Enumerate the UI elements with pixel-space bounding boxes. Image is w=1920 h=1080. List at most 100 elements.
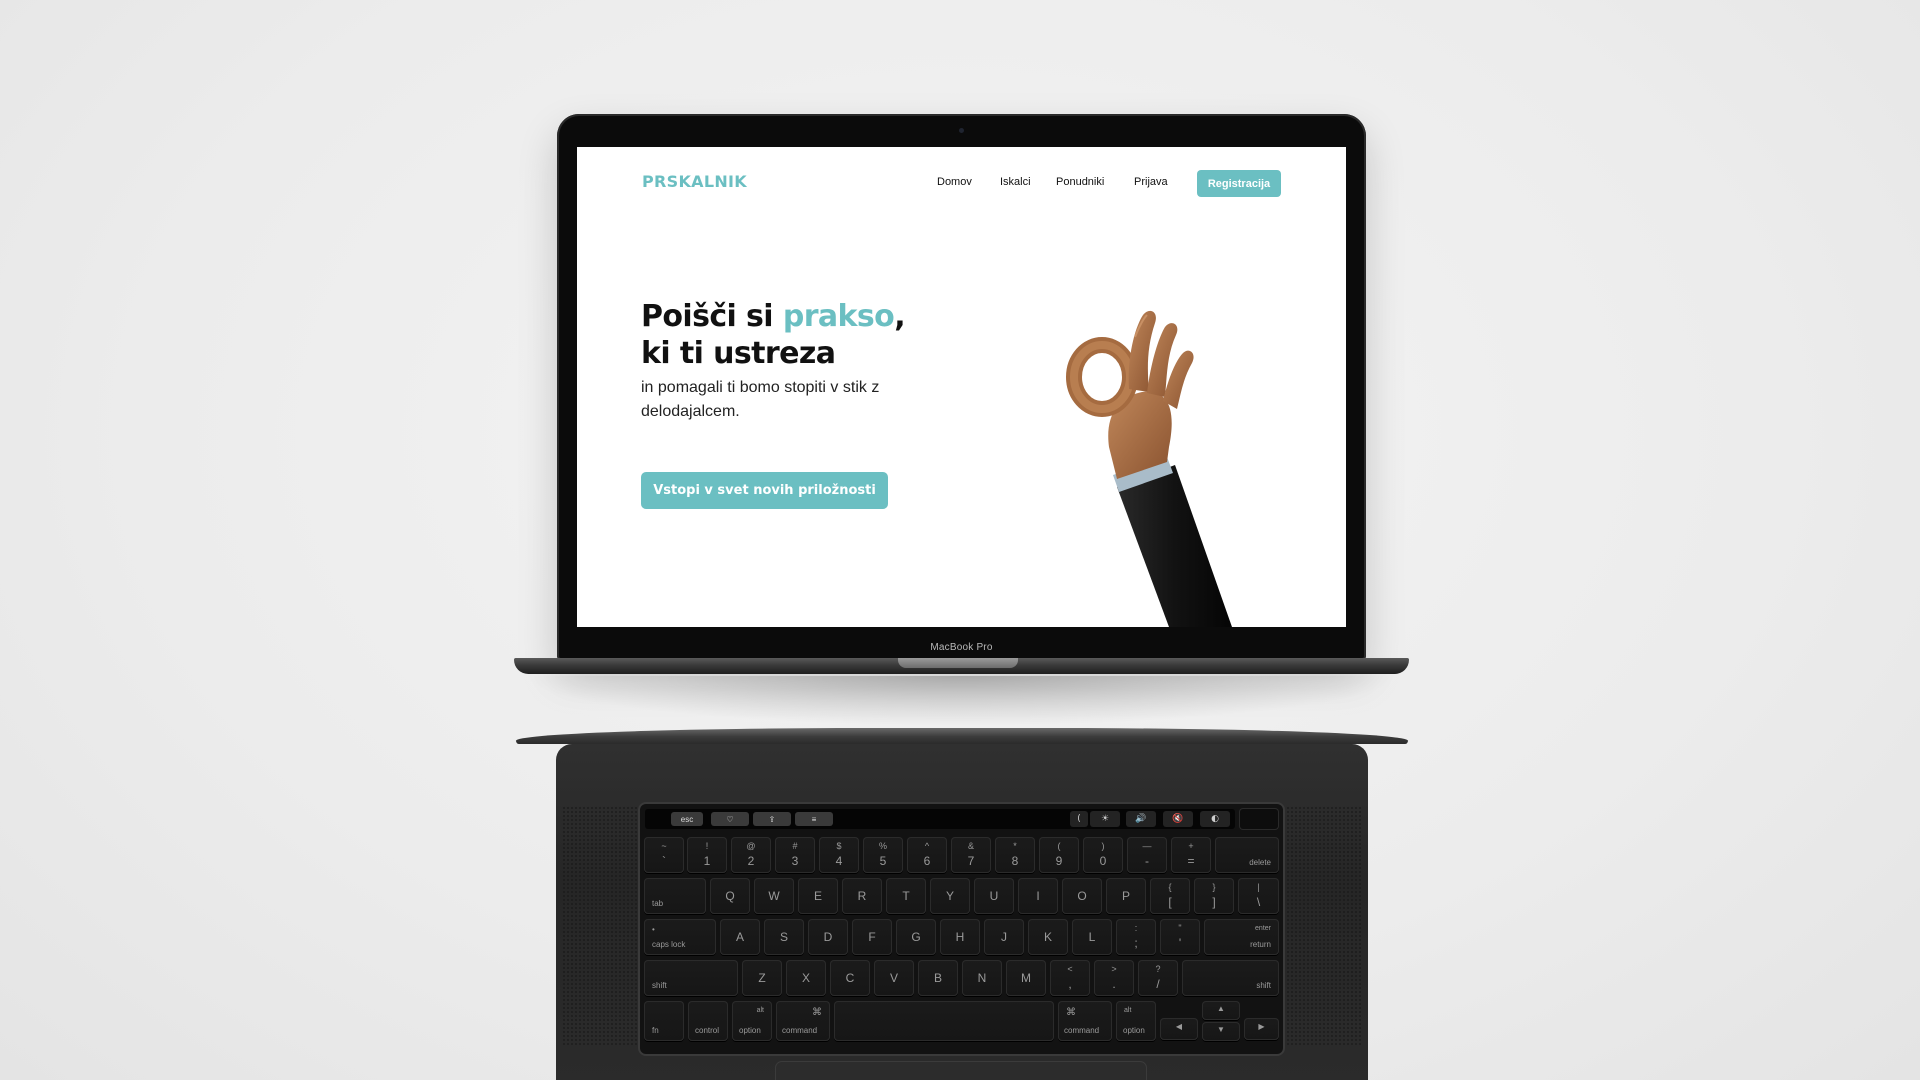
- key-0[interactable]: ) 0: [1083, 837, 1123, 873]
- key-backslash[interactable]: | \: [1238, 878, 1279, 914]
- key-delete[interactable]: delete: [1215, 837, 1279, 873]
- hero-title-accent: prakso: [782, 299, 895, 334]
- key-backtick[interactable]: ~ `: [644, 837, 684, 873]
- key-command-left[interactable]: ⌘ command: [776, 1001, 830, 1041]
- key-d[interactable]: D: [808, 919, 848, 955]
- key-option-left[interactable]: alt option: [732, 1001, 772, 1041]
- key-3[interactable]: #3: [775, 837, 815, 873]
- key-5[interactable]: % 5: [863, 837, 903, 873]
- heart-icon[interactable]: ♡: [711, 812, 749, 826]
- hero-title: Poišči si prakso, ki ti ustreza: [641, 298, 906, 372]
- base-lip: [516, 728, 1408, 744]
- key-m[interactable]: M: [1006, 960, 1046, 996]
- key-z[interactable]: Z: [742, 960, 782, 996]
- key-control[interactable]: control: [688, 1001, 728, 1041]
- key-arrow-right[interactable]: ▶: [1244, 1018, 1279, 1040]
- esc-key[interactable]: esc: [671, 812, 703, 826]
- laptop-lid: PRSKALNIK Domov Iskalci Ponudniki Prijav…: [557, 114, 1366, 660]
- register-button[interactable]: Registracija: [1197, 170, 1281, 197]
- touch-id-button[interactable]: [1240, 809, 1278, 829]
- key-r[interactable]: R: [842, 878, 882, 914]
- key-fn[interactable]: fn: [644, 1001, 684, 1041]
- speaker-grille-right: [1286, 806, 1362, 1046]
- key-o[interactable]: O: [1062, 878, 1102, 914]
- key-y[interactable]: Y: [930, 878, 970, 914]
- hinge-notch: [898, 658, 1018, 668]
- hero-title-part2: ,: [894, 299, 905, 334]
- share-icon[interactable]: ⇪: [753, 812, 791, 826]
- nav-link-iskalci[interactable]: Iskalci: [1000, 176, 1031, 188]
- key-q[interactable]: Q: [710, 878, 750, 914]
- key-equals[interactable]: + =: [1171, 837, 1211, 873]
- key-t[interactable]: T: [886, 878, 926, 914]
- key-semicolon[interactable]: :;: [1116, 919, 1156, 955]
- key-f[interactable]: F: [852, 919, 892, 955]
- lid-shadow: [520, 676, 1400, 726]
- key-x[interactable]: X: [786, 960, 826, 996]
- ok-hand-illustration: [1066, 310, 1232, 627]
- key-j[interactable]: J: [984, 919, 1024, 955]
- mute-icon[interactable]: 🔇: [1163, 811, 1193, 827]
- key-command-right[interactable]: ⌘ command: [1058, 1001, 1112, 1041]
- key-minus[interactable]: — -: [1127, 837, 1167, 873]
- key-9[interactable]: (9: [1039, 837, 1079, 873]
- key-i[interactable]: I: [1018, 878, 1058, 914]
- volume-icon[interactable]: 🔊: [1126, 811, 1156, 827]
- key-quote[interactable]: " ': [1160, 919, 1200, 955]
- trackpad[interactable]: [776, 1062, 1146, 1080]
- nav-link-ponudniki[interactable]: Ponudniki: [1056, 176, 1104, 188]
- site-logo[interactable]: PRSKALNIK: [642, 172, 747, 191]
- chevron-left-icon[interactable]: (: [1070, 811, 1088, 827]
- key-l[interactable]: L: [1072, 919, 1112, 955]
- key-a[interactable]: A: [720, 919, 760, 955]
- key-8[interactable]: * 8: [995, 837, 1035, 873]
- key-tab[interactable]: tab: [644, 878, 706, 914]
- laptop-screen: PRSKALNIK Domov Iskalci Ponudniki Prijav…: [577, 147, 1346, 627]
- nav-link-domov[interactable]: Domov: [937, 176, 972, 188]
- key-4[interactable]: $4: [819, 837, 859, 873]
- keyboard: esc ♡ ⇪ ≡ ( ☀ 🔊 🔇 ◐ ~ ` ! 1 @2 #3 $4 % 5 ^ 6…: [640, 804, 1283, 1054]
- key-g[interactable]: G: [896, 919, 936, 955]
- cta-button[interactable]: Vstopi v svet novih priložnosti: [641, 472, 888, 509]
- key-arrow-down[interactable]: ▼: [1202, 1022, 1240, 1041]
- key-shift-left[interactable]: shift: [644, 960, 738, 996]
- brightness-icon[interactable]: ☀: [1090, 811, 1120, 827]
- key-v[interactable]: V: [874, 960, 914, 996]
- hero-title-part1: Poišči si: [641, 299, 783, 334]
- key-period[interactable]: >.: [1094, 960, 1134, 996]
- hero-subtitle: in pomagali ti bomo stopiti v stik z del…: [641, 379, 880, 420]
- key-w[interactable]: W: [754, 878, 794, 914]
- model-label: MacBook Pro: [930, 642, 993, 653]
- key-b[interactable]: B: [918, 960, 958, 996]
- key-slash[interactable]: ? /: [1138, 960, 1178, 996]
- key-1[interactable]: ! 1: [687, 837, 727, 873]
- site-header: PRSKALNIK Domov Iskalci Ponudniki Prijav…: [577, 147, 1346, 217]
- laptop-hinge: [514, 658, 1409, 674]
- key-n[interactable]: N: [962, 960, 1002, 996]
- key-u[interactable]: U: [974, 878, 1014, 914]
- touch-bar[interactable]: esc ♡ ⇪ ≡ ( ☀ 🔊 🔇 ◐: [645, 809, 1235, 829]
- key-shift-right[interactable]: shift: [1182, 960, 1279, 996]
- key-7[interactable]: & 7: [951, 837, 991, 873]
- key-c[interactable]: C: [830, 960, 870, 996]
- key-comma[interactable]: <,: [1050, 960, 1090, 996]
- laptop-base: esc ♡ ⇪ ≡ ( ☀ 🔊 🔇 ◐ ~ ` ! 1 @2 #3 $4 % 5 ^ 6…: [556, 744, 1368, 1080]
- key-k[interactable]: K: [1028, 919, 1068, 955]
- key-arrow-left[interactable]: ◀: [1160, 1018, 1198, 1040]
- key-close-bracket[interactable]: }]: [1194, 878, 1234, 914]
- settings-icon[interactable]: ≡: [795, 812, 833, 826]
- key-2[interactable]: @2: [731, 837, 771, 873]
- key-space[interactable]: [834, 1001, 1054, 1041]
- key-h[interactable]: H: [940, 919, 980, 955]
- key-open-bracket[interactable]: {[: [1150, 878, 1190, 914]
- key-s[interactable]: S: [764, 919, 804, 955]
- key-p[interactable]: P: [1106, 878, 1146, 914]
- key-arrow-up[interactable]: ▲: [1202, 1001, 1240, 1020]
- key-6[interactable]: ^ 6: [907, 837, 947, 873]
- key-e[interactable]: E: [798, 878, 838, 914]
- key-option-right[interactable]: alt option: [1116, 1001, 1156, 1041]
- siri-icon[interactable]: ◐: [1200, 811, 1230, 827]
- key-return[interactable]: enter return: [1204, 919, 1279, 955]
- nav-link-prijava[interactable]: Prijava: [1134, 176, 1168, 188]
- key-caps-lock[interactable]: • caps lock: [644, 919, 716, 955]
